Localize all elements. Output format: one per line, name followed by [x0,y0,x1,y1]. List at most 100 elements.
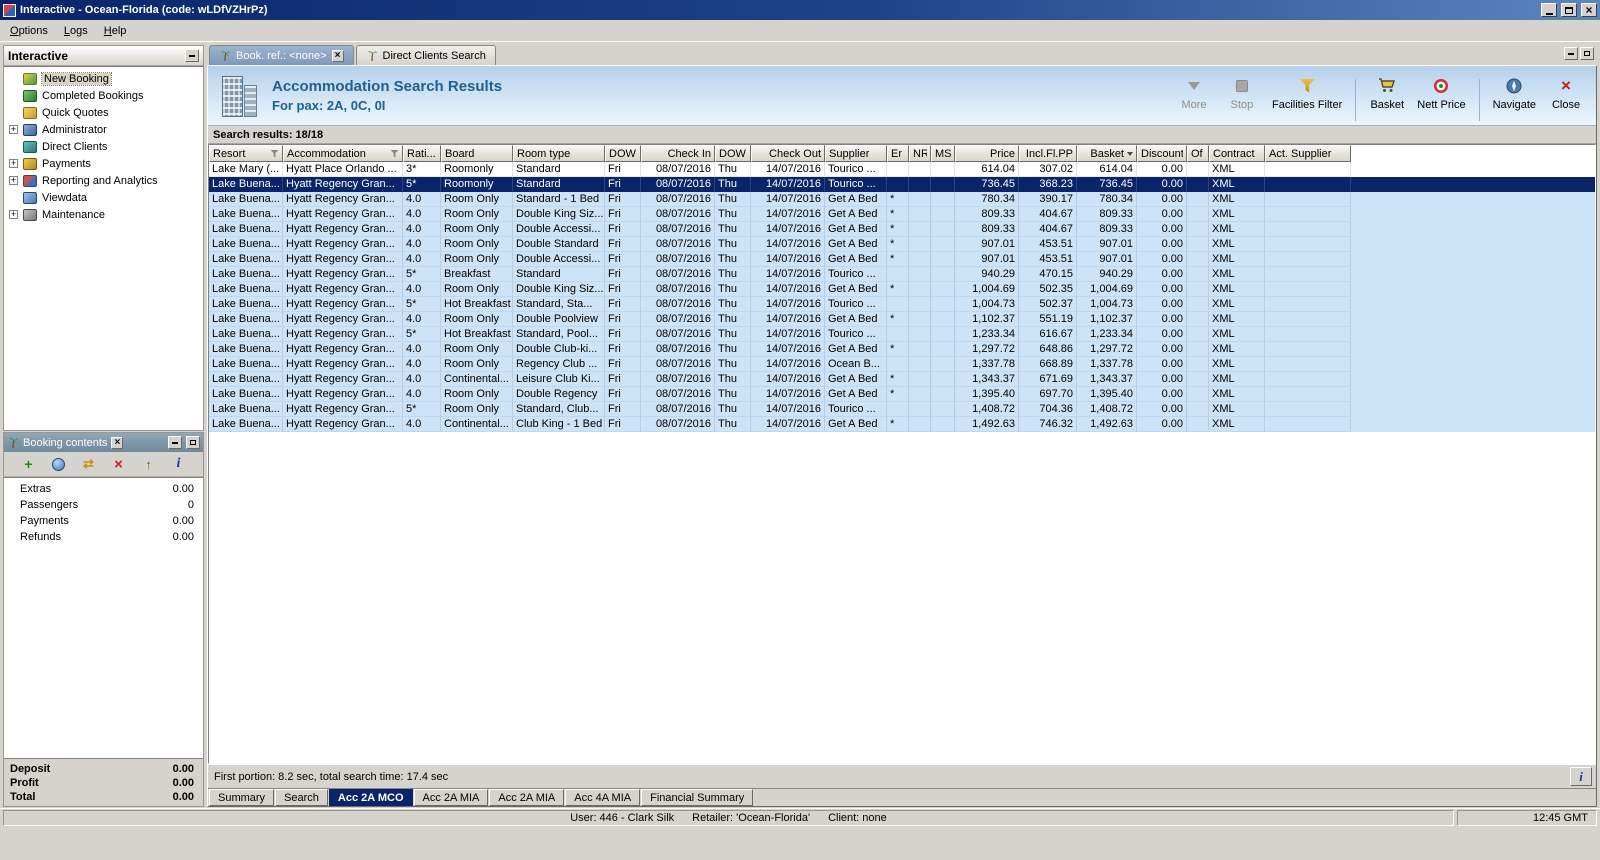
world-button[interactable] [50,456,68,473]
table-row[interactable]: Lake Buena...Hyatt Regency Gran...5*Room… [209,177,1595,192]
column-header-accommodation[interactable]: Accommodation [283,145,403,162]
sidebar-item-payments[interactable]: +Payments [4,155,203,172]
booking-item-extras[interactable]: Extras0.00 [4,481,203,497]
sidebar-item-administrator[interactable]: +Administrator [4,121,203,138]
sidebar-item-new-booking[interactable]: +New Booking [4,70,203,87]
bottom-tab-acc-2a-mco[interactable]: Acc 2A MCO [329,789,413,806]
table-row[interactable]: Lake Buena...Hyatt Regency Gran...4.0Roo… [209,282,1595,297]
tab-close-button[interactable]: × [332,50,344,62]
sidebar-item-maintenance[interactable]: +Maintenance [4,206,203,223]
sidebar-item-direct-clients[interactable]: +Direct Clients [4,138,203,155]
column-header-discount[interactable]: Discount [1137,145,1187,162]
cell-check-out: 14/07/2016 [751,237,825,252]
table-row[interactable]: Lake Buena...Hyatt Regency Gran...4.0Roo… [209,252,1595,267]
menu-options[interactable]: Options [2,22,56,40]
tab-direct-clients-search[interactable]: Direct Clients Search [356,45,496,65]
booking-item-refunds[interactable]: Refunds0.00 [4,529,203,545]
column-header-board[interactable]: Board [441,145,513,162]
menu-logs[interactable]: Logs [56,22,96,40]
table-row[interactable]: Lake Buena...Hyatt Regency Gran...4.0Con… [209,417,1595,432]
table-row[interactable]: Lake Buena...Hyatt Regency Gran...4.0Roo… [209,192,1595,207]
table-row[interactable]: Lake Buena...Hyatt Regency Gran...4.0Roo… [209,207,1595,222]
booking-item-passengers[interactable]: Passengers0 [4,497,203,513]
sidebar-item-completed-bookings[interactable]: +Completed Bookings [4,87,203,104]
cell-basket: 809.33 [1077,222,1137,237]
cell-dow: Thu [715,417,751,432]
cell-board: Room Only [441,342,513,357]
column-header-rati[interactable]: Rati... [403,145,441,162]
info-button[interactable]: i [1570,767,1592,786]
bottom-tab-summary[interactable]: Summary [209,789,274,806]
column-header-incl-fl-pp[interactable]: Incl.Fl.PP [1019,145,1077,162]
table-row[interactable]: Lake Buena...Hyatt Regency Gran...4.0Roo… [209,237,1595,252]
cell-rati: 4.0 [403,312,441,327]
cell-check-in: 08/07/2016 [641,387,715,402]
filter-funnel-icon[interactable] [270,150,279,158]
bottom-tab-search[interactable]: Search [275,789,328,806]
bottom-tab-acc-2a-mia[interactable]: Acc 2A MIA [414,789,489,806]
column-header-basket[interactable]: Basket [1077,145,1137,162]
column-header-check-in[interactable]: Check In [641,145,715,162]
close-results-button[interactable]: × Close [1546,77,1586,111]
table-row[interactable]: Lake Buena...Hyatt Regency Gran...4.0Roo… [209,357,1595,372]
column-header-er[interactable]: Er [887,145,909,162]
column-header-contract[interactable]: Contract [1209,145,1265,162]
transfer-button[interactable]: ⇄ [80,456,98,473]
column-header-dow[interactable]: DOW [605,145,641,162]
expander-icon[interactable]: + [9,125,18,134]
export-button[interactable]: ↑ [140,456,158,473]
column-header-nr[interactable]: NR [909,145,931,162]
minimize-button[interactable] [1541,3,1557,17]
table-row[interactable]: Lake Buena...Hyatt Regency Gran...5*Room… [209,402,1595,417]
bottom-tab-financial-summary[interactable]: Financial Summary [641,789,753,806]
expander-icon[interactable]: + [9,210,18,219]
mdi-minimize-button[interactable] [1564,47,1578,60]
facilities-filter-button[interactable]: Facilities Filter [1270,77,1344,111]
column-header-room-type[interactable]: Room type [513,145,605,162]
cell-room-type: Standard, Pool... [513,327,605,342]
delete-button[interactable]: × [110,456,128,473]
column-header-ms[interactable]: MS [931,145,955,162]
cell-price: 940.29 [955,267,1019,282]
column-header-dow[interactable]: DOW [715,145,751,162]
expander-icon[interactable]: + [9,176,18,185]
column-header-of[interactable]: Of [1187,145,1209,162]
sidebar-item-viewdata[interactable]: +Viewdata [4,189,203,206]
column-header-check-out[interactable]: Check Out [751,145,825,162]
booking-minimize-button[interactable] [168,436,182,449]
maximize-button[interactable] [1561,3,1577,17]
table-row[interactable]: Lake Buena...Hyatt Regency Gran...4.0Con… [209,372,1595,387]
menu-help[interactable]: Help [96,22,135,40]
bottom-tab-acc-4a-mia[interactable]: Acc 4A MIA [565,789,640,806]
table-row[interactable]: Lake Buena...Hyatt Regency Gran...5*Brea… [209,267,1595,282]
nett-price-button[interactable]: Nett Price [1415,77,1467,111]
table-row[interactable]: Lake Buena...Hyatt Regency Gran...5*Hot … [209,327,1595,342]
table-row[interactable]: Lake Buena...Hyatt Regency Gran...4.0Roo… [209,342,1595,357]
sidebar-collapse-button[interactable] [185,49,199,62]
table-row[interactable]: Lake Buena...Hyatt Regency Gran...4.0Roo… [209,387,1595,402]
column-header-resort[interactable]: Resort [209,145,283,162]
booking-item-payments[interactable]: Payments0.00 [4,513,203,529]
tab-booking-ref[interactable]: Book. ref.: <none> × [209,45,354,65]
column-header-act-supplier[interactable]: Act. Supplier [1265,145,1351,162]
table-row[interactable]: Lake Buena...Hyatt Regency Gran...4.0Roo… [209,222,1595,237]
basket-button[interactable]: Basket [1367,77,1407,111]
navigate-button[interactable]: Navigate [1491,77,1538,111]
sidebar-item-reporting-and-analytics[interactable]: +Reporting and Analytics [4,172,203,189]
info-button[interactable]: i [170,456,188,473]
filter-funnel-icon[interactable] [390,150,399,158]
table-row[interactable]: Lake Mary (...Hyatt Place Orlando ...3*R… [209,162,1595,177]
booking-restore-button[interactable] [186,436,200,449]
column-header-price[interactable]: Price [955,145,1019,162]
column-header-supplier[interactable]: Supplier [825,145,887,162]
expander-icon[interactable]: + [9,159,18,168]
add-item-button[interactable]: + [20,456,38,473]
mdi-restore-button[interactable] [1580,47,1594,60]
close-window-button[interactable]: × [1581,3,1597,17]
bottom-tab-acc-2a-mia[interactable]: Acc 2A MIA [489,789,564,806]
sidebar-item-quick-quotes[interactable]: +Quick Quotes [4,104,203,121]
booking-contents-close-button[interactable]: × [111,437,123,449]
table-row[interactable]: Lake Buena...Hyatt Regency Gran...4.0Roo… [209,312,1595,327]
search-results-pane: Accommodation Search Results For pax: 2A… [207,65,1597,807]
table-row[interactable]: Lake Buena...Hyatt Regency Gran...5*Hot … [209,297,1595,312]
